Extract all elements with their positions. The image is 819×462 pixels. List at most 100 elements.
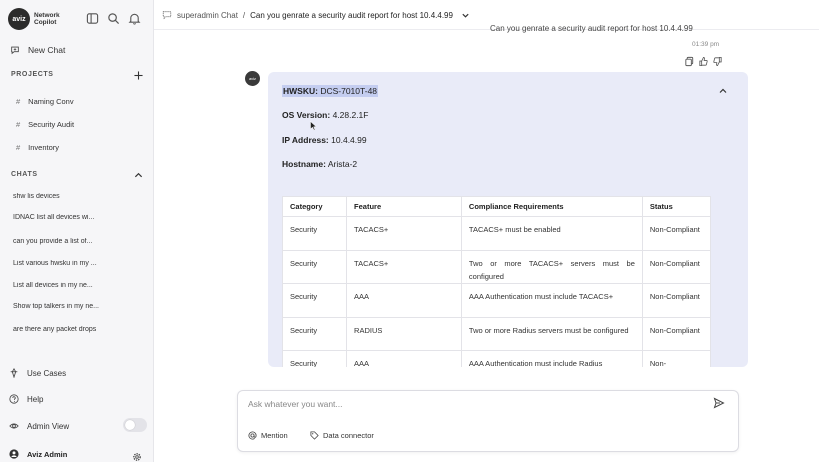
cell-status: Non-Compliant	[641, 249, 712, 284]
breadcrumb-root[interactable]: superadmin Chat	[177, 11, 238, 20]
hwsku-label: HWSKU:	[283, 86, 318, 96]
mouse-cursor-icon	[310, 121, 317, 131]
copy-icon[interactable]	[684, 56, 695, 67]
cell-requirement: Two or more TACACS+ servers must be conf…	[460, 249, 643, 284]
chat-item[interactable]: can you provide a list of...	[13, 238, 133, 245]
sidebar: aviz Network Copilot New Chat PROJECTS #…	[0, 0, 154, 462]
chat-item[interactable]: Show top talkers in my ne...	[13, 303, 133, 310]
os-label: OS Version:	[282, 110, 331, 120]
help-label: Help	[27, 394, 44, 404]
bell-icon[interactable]	[128, 12, 141, 25]
cell-feature: RADIUS	[346, 316, 462, 351]
chat-item[interactable]: shw lis devices	[13, 193, 133, 200]
hwsku-line: HWSKU: DCS-7010T-48	[282, 85, 379, 97]
cell-category: Security	[281, 249, 348, 284]
cell-feature: TACACS+	[346, 249, 462, 284]
admin-view-toggle[interactable]	[123, 418, 147, 432]
toggle-knob	[125, 420, 135, 430]
at-icon	[248, 431, 257, 440]
search-icon[interactable]	[107, 12, 120, 25]
eye-icon	[9, 423, 19, 429]
project-label: Naming Conv	[28, 97, 74, 106]
cell-requirement: AAA Authentication must include TACACS+	[460, 283, 643, 318]
tag-icon	[310, 431, 319, 440]
cell-category: Security	[281, 283, 348, 318]
hwsku-value: DCS-7010T-48	[320, 86, 378, 96]
user-icon	[9, 449, 19, 459]
logo-mark: aviz	[8, 8, 30, 30]
user-message-text: Can you genrate a security audit report …	[490, 24, 693, 33]
app-root: aviz Network Copilot New Chat PROJECTS #…	[0, 0, 819, 462]
admin-view-label: Admin View	[27, 421, 70, 431]
project-label: Inventory	[28, 143, 60, 152]
user-profile[interactable]: Aviz Admin	[9, 449, 67, 459]
admin-view-row: Admin View	[9, 421, 69, 431]
column-header-category: Category	[281, 196, 348, 217]
thumbs-down-icon[interactable]	[712, 56, 723, 67]
cell-status: Non-Compliant	[641, 216, 712, 251]
add-project-icon[interactable]	[133, 70, 143, 80]
os-version-line: OS Version: 4.28.2.1F	[282, 110, 368, 120]
chat-item[interactable]: IDNAC list all devices wi...	[13, 214, 133, 221]
new-chat-button[interactable]: New Chat	[10, 45, 65, 55]
cell-feature: AAA	[346, 350, 462, 367]
cell-feature: TACACS+	[346, 216, 462, 251]
breadcrumb: superadmin Chat / Can you genrate a secu…	[162, 10, 470, 20]
brand-name: Network Copilot	[34, 12, 64, 26]
projects-heading: PROJECTS	[11, 71, 54, 78]
chat-input[interactable]	[248, 397, 708, 411]
hostname-label: Hostname:	[282, 159, 326, 169]
table-row: Security TACACS+ Two or more TACACS+ ser…	[281, 249, 712, 284]
message-actions	[684, 56, 723, 67]
table-header-row: Category Feature Compliance Requirements…	[281, 196, 712, 217]
hash-icon: #	[16, 120, 21, 129]
help-icon	[9, 394, 19, 404]
help-button[interactable]: Help	[9, 394, 43, 404]
use-cases-icon	[10, 368, 18, 378]
new-chat-icon	[11, 46, 19, 55]
chat-item[interactable]: List all devices in my ne...	[13, 282, 133, 289]
brand-name-line1: Network	[34, 12, 60, 19]
mention-button[interactable]: Mention	[248, 431, 288, 440]
bot-avatar: aviz	[245, 71, 260, 86]
os-value: 4.28.2.1F	[332, 110, 369, 120]
brand-name-line2: Copilot	[34, 19, 57, 26]
hostname-line: Hostname: Arista-2	[282, 159, 357, 169]
cell-requirement: AAA Authentication must include Radius	[460, 350, 643, 367]
user-name: Aviz Admin	[27, 449, 68, 459]
data-connector-button[interactable]: Data connector	[310, 431, 374, 440]
report-card: HWSKU: DCS-7010T-48 OS Version: 4.28.2.1…	[268, 72, 748, 367]
column-header-feature: Feature	[346, 196, 462, 217]
cell-status: Non-Compliant	[641, 316, 712, 351]
chevron-up-icon[interactable]	[133, 170, 143, 180]
use-cases-label: Use Cases	[27, 368, 67, 378]
hash-icon: #	[16, 143, 21, 152]
chat-item[interactable]: List various hwsku in my ...	[13, 260, 133, 267]
sidebar-top-icons	[86, 12, 141, 25]
hostname-value: Arista-2	[327, 159, 358, 169]
data-connector-label: Data connector	[323, 431, 374, 440]
thumbs-up-icon[interactable]	[698, 56, 709, 67]
ip-value: 10.4.4.99	[331, 135, 367, 145]
column-header-compliance: Compliance Requirements	[460, 196, 643, 217]
chats-heading: CHATS	[11, 171, 38, 178]
project-item-naming-conv[interactable]: # Naming Conv	[16, 97, 74, 106]
table-row: Security AAA AAA Authentication must inc…	[281, 283, 712, 318]
project-item-security-audit[interactable]: # Security Audit	[16, 120, 74, 129]
cell-status: Non-Compliant	[641, 283, 712, 318]
cell-feature: AAA	[346, 283, 462, 318]
send-icon[interactable]	[713, 397, 725, 409]
ip-label: IP Address:	[282, 135, 329, 145]
chevron-down-icon[interactable]	[461, 11, 470, 20]
collapse-chevron-icon[interactable]	[718, 86, 728, 96]
gear-icon[interactable]	[132, 449, 142, 461]
cell-category: Security	[281, 316, 348, 351]
cell-category: Security	[281, 350, 348, 367]
sidebar-toggle-icon[interactable]	[86, 12, 99, 25]
project-item-inventory[interactable]: # Inventory	[16, 143, 59, 152]
ip-address-line: IP Address: 10.4.4.99	[282, 135, 367, 145]
breadcrumb-current: Can you genrate a security audit report …	[250, 10, 453, 20]
chat-item[interactable]: are there any packet drops	[13, 326, 133, 333]
use-cases-button[interactable]: Use Cases	[9, 368, 66, 378]
chat-item-partial[interactable]	[13, 348, 133, 353]
